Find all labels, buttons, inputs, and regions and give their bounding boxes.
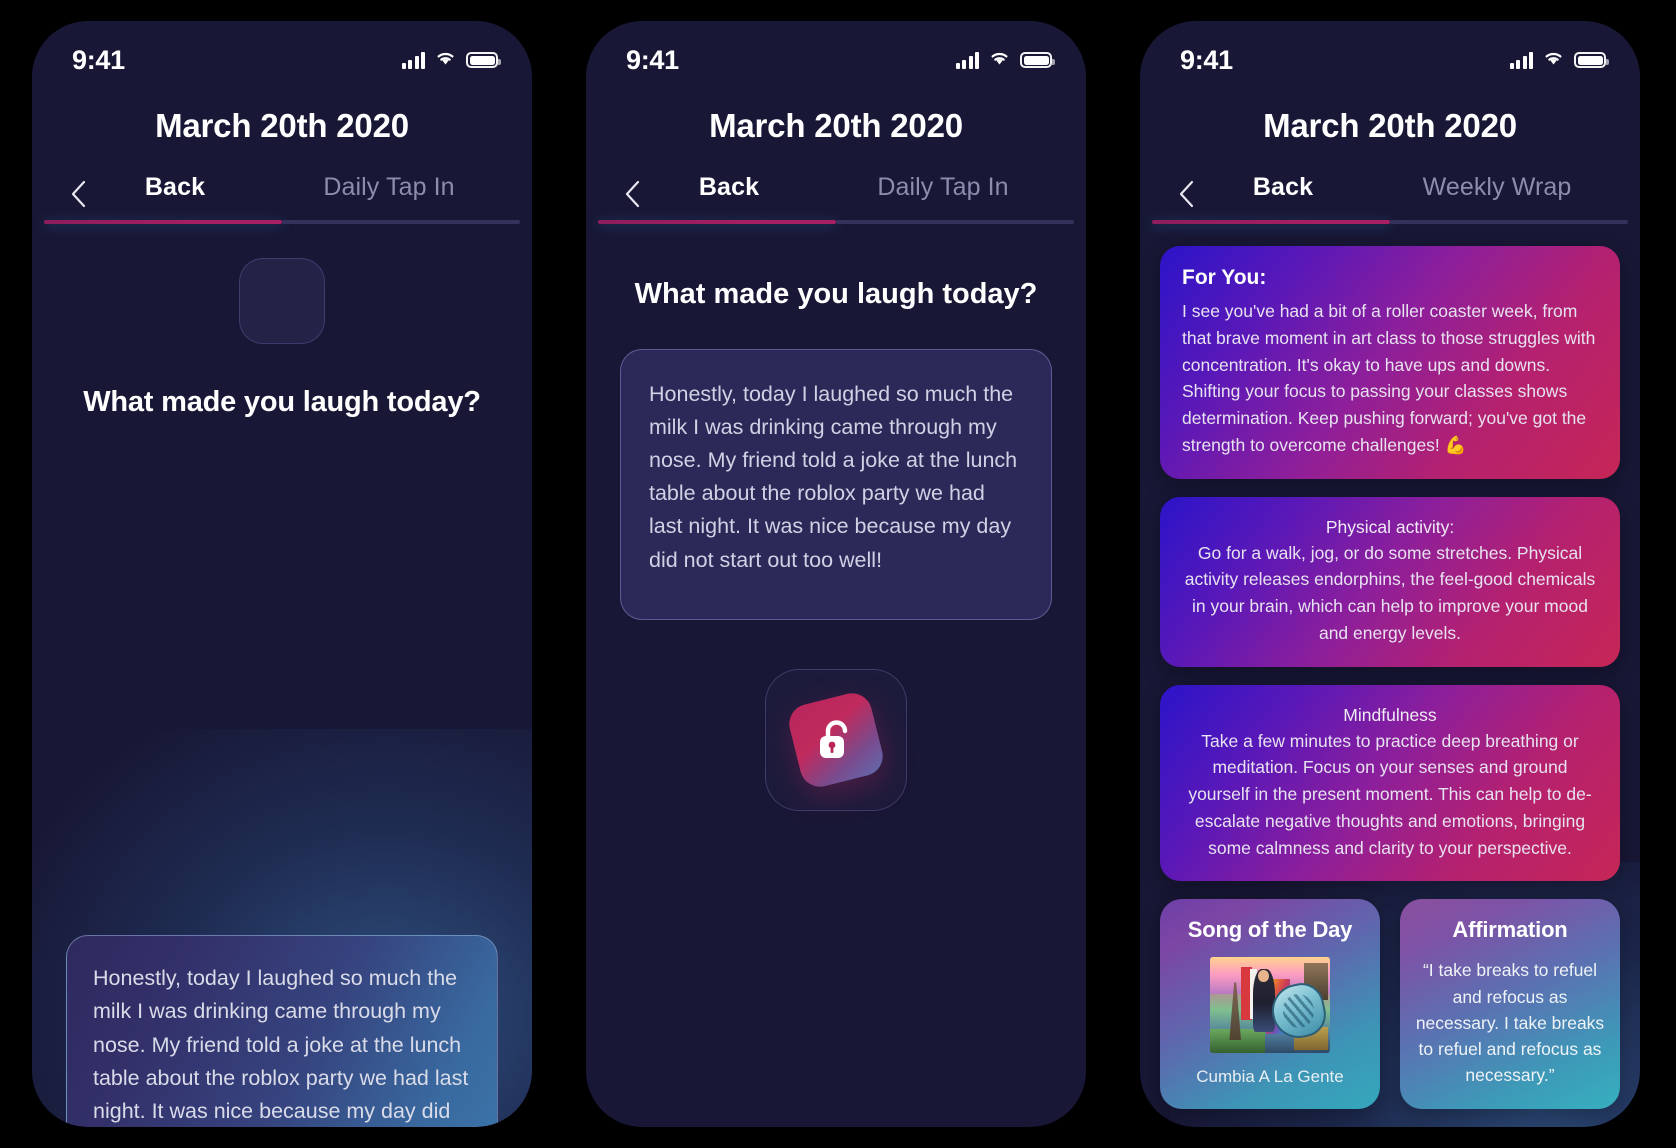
weekly-wrap-content: For You: I see you've had a bit of a rol… xyxy=(1140,224,1640,1109)
tab-daily-tap-in[interactable]: Daily Tap In xyxy=(282,173,496,206)
album-art-cumbia xyxy=(1210,957,1330,1054)
screen-daily-tap-in-saved: 9:41 March 20th 2020 Back Daily Tap In W… xyxy=(586,21,1086,1127)
song-title: Cumbia A La Gente xyxy=(1196,1067,1344,1087)
prompt-question: What made you laugh today? xyxy=(83,386,481,418)
unlock-tile[interactable] xyxy=(765,669,907,811)
phone-screen-3: 9:41 March 20th 2020 Back Weekly Wrap Fo… xyxy=(1140,21,1640,1127)
tab-back[interactable]: Back xyxy=(622,173,836,206)
tab-underline-active xyxy=(598,220,836,224)
battery-icon xyxy=(1020,52,1055,68)
tab-bar: Back Daily Tap In xyxy=(586,173,1086,207)
status-bar: 9:41 xyxy=(32,21,532,85)
wifi-icon xyxy=(1542,49,1565,71)
card-body: I see you've had a bit of a roller coast… xyxy=(1182,301,1596,455)
card-physical-activity[interactable]: Physical activity: Go for a walk, jog, o… xyxy=(1160,496,1620,667)
empty-avatar-tile xyxy=(239,258,325,344)
bottom-card-row: Song of the Day Cumbia A La Gente Affirm… xyxy=(1160,899,1620,1109)
screen-weekly-wrap: 9:41 March 20th 2020 Back Weekly Wrap Fo… xyxy=(1140,21,1640,1127)
cellular-signal-icon xyxy=(401,51,425,69)
tab-back[interactable]: Back xyxy=(68,173,282,206)
card-title: Mindfulness xyxy=(1343,704,1437,725)
tab-underline xyxy=(598,220,1074,224)
card-body: Take a few minutes to practice deep brea… xyxy=(1188,730,1592,858)
song-card-title: Song of the Day xyxy=(1187,917,1353,943)
saved-entry-text[interactable]: Honestly, today I laughed so much the mi… xyxy=(620,349,1052,620)
status-bar-icons xyxy=(401,49,501,71)
unlock-icon xyxy=(785,689,887,791)
battery-icon xyxy=(1574,52,1609,68)
page-title: March 20th 2020 xyxy=(1263,107,1517,144)
tab-weekly-wrap[interactable]: Weekly Wrap xyxy=(1390,173,1604,206)
affirmation-card-title: Affirmation xyxy=(1452,917,1568,943)
message-text: Honestly, today I laughed so much the mi… xyxy=(93,966,469,1123)
message-bubble-wrap: Honestly, today I laughed so much the mi… xyxy=(66,935,498,1127)
status-bar-icons xyxy=(955,49,1055,71)
screen-daily-tap-in-entry: 9:41 March 20th 2020 Back Daily Tap In W… xyxy=(32,21,532,1127)
tab-underline-inactive xyxy=(282,220,520,224)
page-title: March 20th 2020 xyxy=(155,107,409,144)
tab-underline-inactive xyxy=(836,220,1074,224)
card-affirmation[interactable]: Affirmation “I take breaks to refuel and… xyxy=(1400,899,1620,1109)
status-bar-time: 9:41 xyxy=(1180,44,1233,75)
wifi-icon xyxy=(988,49,1011,71)
cellular-signal-icon xyxy=(1509,51,1533,69)
three-phone-mockup-stage: 9:41 March 20th 2020 Back Daily Tap In W… xyxy=(0,0,1676,1148)
tab-back[interactable]: Back xyxy=(1176,173,1390,206)
card-title: For You: xyxy=(1182,266,1267,289)
card-song-of-the-day[interactable]: Song of the Day Cumbia A La Gente xyxy=(1160,899,1380,1109)
card-title: Physical activity: xyxy=(1325,516,1455,537)
phone-screen-2: 9:41 March 20th 2020 Back Daily Tap In W… xyxy=(586,21,1086,1127)
screen-1-body: What made you laugh today? Honestly, tod… xyxy=(32,258,532,1127)
cellular-signal-icon xyxy=(955,51,979,69)
tab-underline xyxy=(44,220,520,224)
album-art-face xyxy=(1258,969,1269,983)
chevron-left-icon[interactable] xyxy=(622,179,644,207)
tab-bar: Back Weekly Wrap xyxy=(1140,173,1640,207)
status-bar-time: 9:41 xyxy=(626,44,679,75)
affirmation-text: “I take breaks to refuel and refocus as … xyxy=(1415,960,1605,1086)
battery-icon xyxy=(466,52,501,68)
phone-screen-1: 9:41 March 20th 2020 Back Daily Tap In W… xyxy=(32,21,532,1127)
tab-underline-active xyxy=(44,220,282,224)
tab-daily-tap-in[interactable]: Daily Tap In xyxy=(836,173,1050,206)
prompt-question: What made you laugh today? xyxy=(634,278,1038,310)
card-body: Go for a walk, jog, or do some stretches… xyxy=(1184,542,1596,643)
chevron-left-icon[interactable] xyxy=(68,179,90,207)
status-bar-time: 9:41 xyxy=(72,44,125,75)
wifi-icon xyxy=(434,49,457,71)
card-for-you[interactable]: For You: I see you've had a bit of a rol… xyxy=(1160,246,1620,479)
status-bar: 9:41 xyxy=(1140,21,1640,85)
tab-bar: Back Daily Tap In xyxy=(32,173,532,207)
page-title: March 20th 2020 xyxy=(709,107,963,144)
chevron-left-icon[interactable] xyxy=(1176,179,1198,207)
message-bubble[interactable]: Honestly, today I laughed so much the mi… xyxy=(66,935,498,1127)
card-mindfulness[interactable]: Mindfulness Take a few minutes to practi… xyxy=(1160,684,1620,882)
status-bar-icons xyxy=(1509,49,1609,71)
status-bar: 9:41 xyxy=(586,21,1086,85)
